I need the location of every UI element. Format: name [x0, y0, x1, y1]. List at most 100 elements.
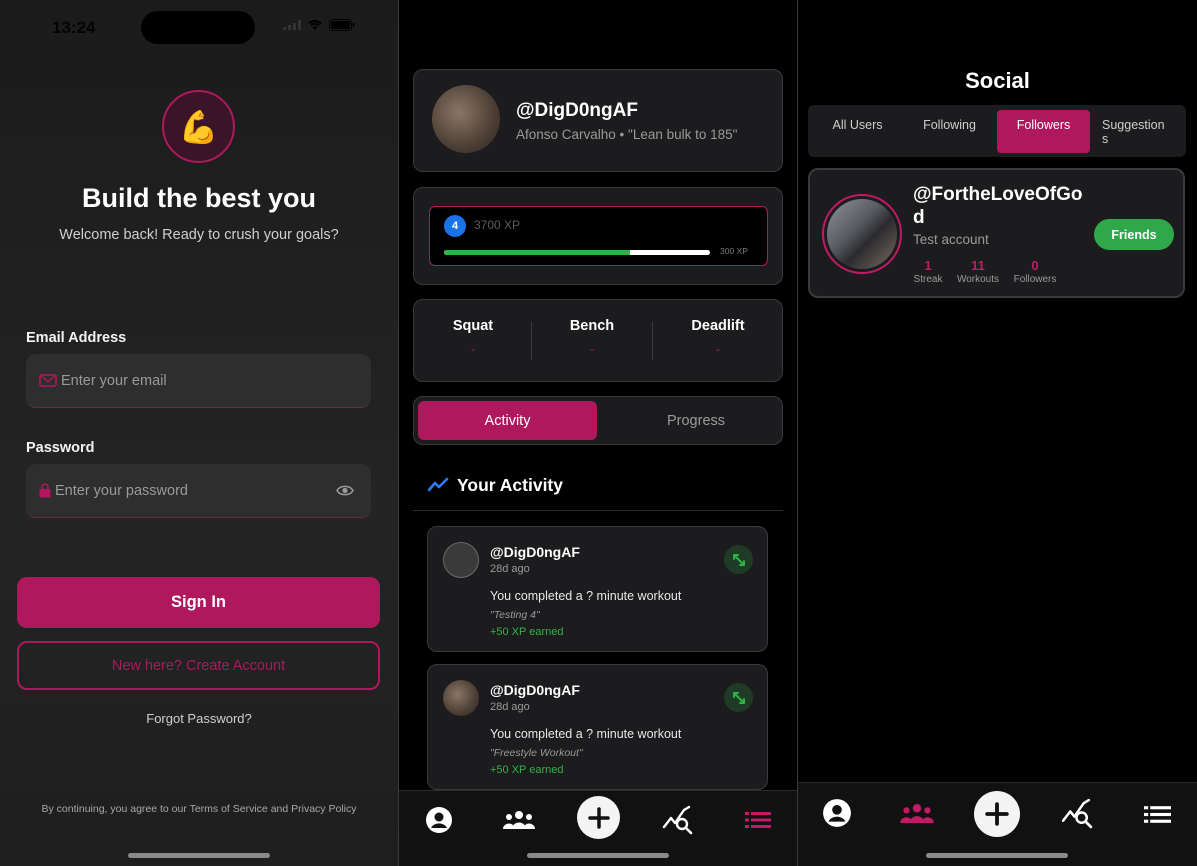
tab-social[interactable] [897, 796, 937, 830]
tab-activity[interactable]: Activity [418, 401, 597, 440]
tab-analytics[interactable] [661, 803, 695, 837]
welcome-text: Welcome back! Ready to crush your goals? [59, 227, 339, 243]
home-indicator [128, 853, 270, 858]
mail-icon [39, 374, 57, 387]
stat-label: Followers [1013, 274, 1057, 285]
xp-box: 4 3700 XP 300 XP [429, 206, 768, 266]
tab-profile[interactable] [820, 796, 854, 830]
expand-arrows-icon [732, 553, 745, 566]
forgot-password-link[interactable]: Forgot Password? [0, 711, 398, 726]
list-icon [1143, 805, 1171, 823]
lift-deadlift: Deadlift - [659, 318, 777, 356]
sign-in-button[interactable]: Sign In [17, 577, 380, 628]
section-divider [413, 510, 783, 511]
profile-username: @DigD0ngAF [516, 100, 638, 121]
xp-total: 3700 XP [474, 218, 521, 232]
tab-progress[interactable]: Progress [616, 401, 776, 440]
activity-item[interactable]: @DigD0ngAF 28d ago You completed a ? min… [427, 526, 768, 652]
stat-streak: 1 Streak [912, 258, 944, 285]
profile-header-card: @DigD0ngAF Afonso Carvalho • "Lean bulk … [413, 69, 783, 172]
wifi-icon [308, 20, 322, 30]
eye-icon[interactable] [336, 484, 354, 497]
tab-list[interactable] [1141, 799, 1173, 829]
avatar[interactable] [432, 85, 500, 153]
stat-label: Streak [913, 274, 943, 285]
avatar [443, 680, 479, 716]
flexed-bicep-icon: 💪 [178, 108, 219, 145]
app-logo: 💪 [162, 90, 235, 163]
status-icons [283, 19, 355, 31]
lock-icon [39, 483, 51, 498]
friends-button[interactable]: Friends [1094, 219, 1174, 250]
activity-note: "Freestyle Workout" [490, 747, 583, 759]
lift-name: Bench [569, 318, 615, 334]
tab-list[interactable] [742, 805, 774, 835]
lift-value: - [716, 342, 720, 356]
lift-name: Squat [452, 318, 494, 334]
email-field[interactable]: Enter your email [26, 354, 371, 408]
tab-suggestions[interactable]: Suggestion s [1095, 105, 1175, 157]
create-account-button[interactable]: New here? Create Account [17, 641, 380, 690]
battery-icon [329, 19, 355, 31]
people-icon [900, 803, 934, 823]
xp-progress-fill [444, 250, 631, 255]
page-title: Build the best you [81, 183, 316, 213]
activity-message: You completed a ? minute workout [490, 589, 682, 603]
lift-name: Deadlift [691, 318, 745, 334]
activity-user: @DigD0ngAF [490, 682, 580, 698]
profile-icon [823, 799, 851, 827]
user-handle: @FortheLoveOfGo d [913, 183, 1082, 229]
home-indicator [926, 853, 1068, 858]
trending-icon [428, 477, 449, 492]
stat-label: Workouts [956, 274, 1000, 285]
expand-button[interactable] [724, 683, 753, 712]
social-screen: Social All Users Following Followers Sug… [798, 0, 1197, 866]
lift-value: - [471, 342, 475, 356]
tab-add-workout[interactable] [577, 796, 620, 839]
stat-value: 0 [1031, 258, 1039, 273]
home-indicator [527, 853, 669, 858]
chart-search-icon [1061, 798, 1092, 828]
avatar-ring [822, 194, 902, 274]
plus-icon [587, 806, 610, 829]
avatar [827, 199, 897, 269]
profile-subtitle: Afonso Carvalho • "Lean bulk to 185" [516, 127, 738, 142]
status-time: 13:24 [52, 18, 96, 37]
tab-analytics[interactable] [1060, 796, 1094, 830]
stat-workouts: 11 Workouts [954, 258, 1002, 285]
activity-user: @DigD0ngAF [490, 544, 580, 560]
password-placeholder: Enter your password [55, 482, 188, 499]
tab-profile[interactable] [422, 803, 456, 837]
tab-followers[interactable]: Followers [997, 110, 1090, 153]
activity-time: 28d ago [490, 563, 530, 575]
expand-button[interactable] [724, 545, 753, 574]
expand-arrows-icon [732, 691, 745, 704]
activity-progress-toggle: Activity Progress [413, 396, 783, 445]
user-name: Test account [913, 232, 989, 247]
email-placeholder: Enter your email [61, 372, 167, 389]
password-field[interactable]: Enter your password [26, 464, 371, 518]
stat-followers: 0 Followers [1010, 258, 1060, 285]
people-icon [503, 811, 535, 829]
lift-value: - [590, 342, 594, 356]
tab-following[interactable]: Following [906, 105, 993, 157]
login-screen: 13:24 💪 Build the best you Welcome back!… [0, 0, 398, 866]
list-icon [745, 812, 771, 828]
plus-icon [985, 802, 1009, 826]
password-label: Password [26, 440, 95, 456]
activity-title: Your Activity [457, 475, 563, 495]
tab-all-users[interactable]: All Users [814, 105, 901, 157]
user-card[interactable]: @FortheLoveOfGo d Test account 1 Streak 1… [808, 168, 1185, 298]
chart-search-icon [662, 805, 693, 835]
tab-social[interactable] [499, 803, 539, 837]
email-label: Email Address [26, 330, 127, 346]
dynamic-island [141, 11, 255, 44]
activity-item[interactable]: @DigD0ngAF 28d ago You completed a ? min… [427, 664, 768, 790]
activity-time: 28d ago [490, 701, 530, 713]
xp-to-next: 300 XP [720, 246, 748, 256]
page-title: Social [965, 68, 1030, 93]
stat-value: 1 [924, 258, 932, 273]
user-handle-line: @FortheLoveOfGo [913, 184, 1083, 205]
user-handle-line: d [913, 207, 925, 228]
tab-add-workout[interactable] [974, 791, 1020, 837]
